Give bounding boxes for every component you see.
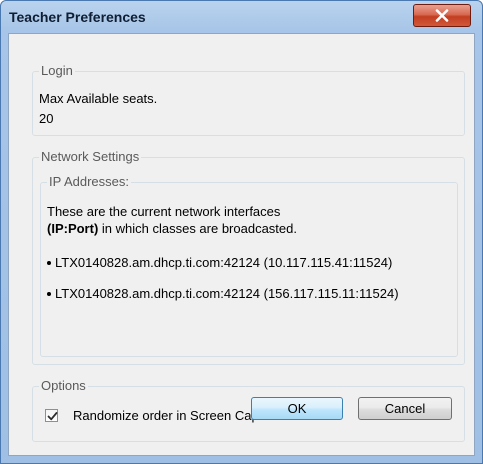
randomize-checkbox[interactable]: [45, 409, 58, 422]
ok-button[interactable]: OK: [251, 397, 343, 420]
options-legend: Options: [39, 378, 88, 394]
ip-address-text: LTX0140828.am.dhcp.ti.com:42124 (10.117.…: [55, 255, 393, 270]
close-button[interactable]: [413, 4, 471, 27]
network-settings-group: Network Settings IP Addresses: These are…: [32, 149, 465, 365]
randomize-label[interactable]: Randomize order in Screen Capture: [73, 408, 281, 424]
login-legend: Login: [39, 63, 75, 79]
max-seats-label: Max Available seats.: [39, 91, 158, 106]
ip-address-text: LTX0140828.am.dhcp.ti.com:42124 (156.117…: [55, 286, 399, 301]
bullet-icon: [47, 260, 51, 265]
checkmark-icon: [47, 412, 58, 421]
title-bar[interactable]: Teacher Preferences: [1, 1, 482, 33]
dialog-window: Teacher Preferences Login Max Available …: [0, 0, 483, 464]
window-title: Teacher Preferences: [9, 9, 146, 25]
ip-address-item: LTX0140828.am.dhcp.ti.com:42124 (10.117.…: [47, 255, 392, 271]
ip-description-line2: (IP:Port) in which classes are broadcast…: [47, 221, 297, 237]
login-group: Login Max Available seats. 20: [32, 63, 465, 136]
ip-description-line1: These are the current network interfaces: [47, 204, 281, 219]
close-icon: [435, 9, 449, 22]
bullet-icon: [47, 291, 51, 296]
ip-addresses-legend: IP Addresses:: [47, 174, 131, 190]
ip-port-emphasis: (IP:Port): [47, 221, 99, 236]
cancel-button[interactable]: Cancel: [358, 397, 452, 420]
ip-addresses-group: IP Addresses: These are the current netw…: [40, 174, 458, 357]
ip-description-rest: in which classes are broadcasted.: [98, 221, 297, 236]
dialog-content: Login Max Available seats. 20 Network Se…: [8, 33, 475, 456]
max-seats-value: 20: [39, 111, 54, 126]
network-settings-legend: Network Settings: [39, 149, 142, 165]
ip-address-item: LTX0140828.am.dhcp.ti.com:42124 (156.117…: [47, 286, 399, 302]
